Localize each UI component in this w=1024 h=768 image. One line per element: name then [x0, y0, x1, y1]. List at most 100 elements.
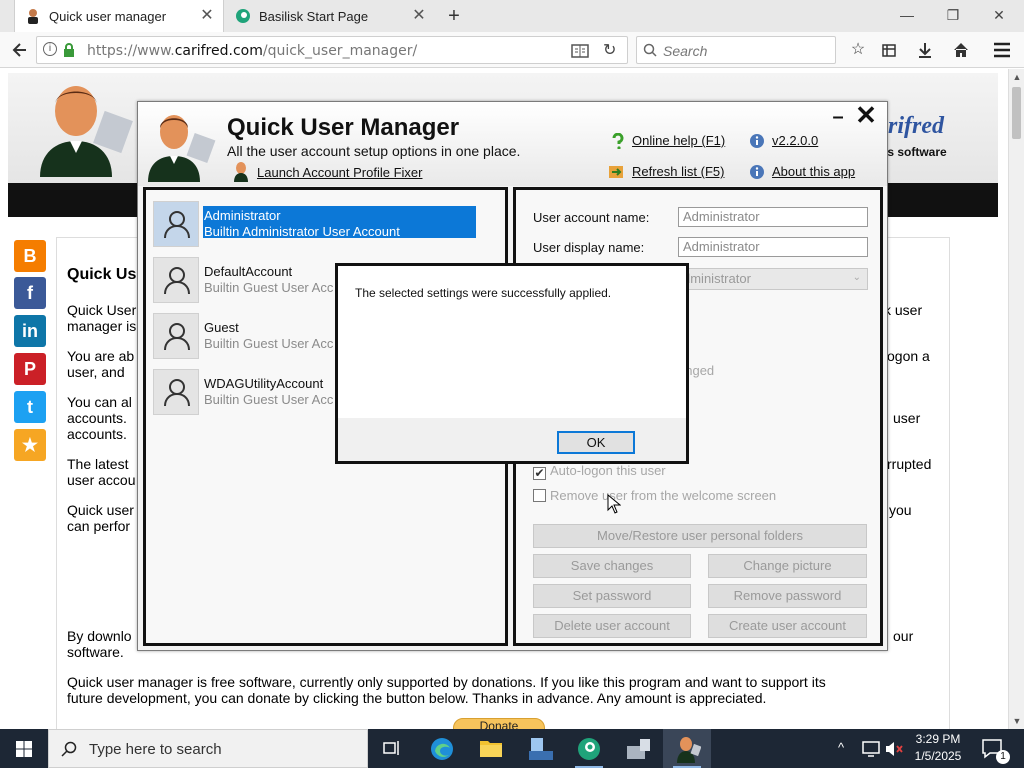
remove-password-button[interactable]: Remove password [708, 584, 867, 608]
url-text: https://www.carifred.com/quick_user_mana… [87, 43, 418, 59]
tab-basilisk-start[interactable]: Basilisk Start Page ✕ [225, 0, 435, 32]
qum-taskbar-icon[interactable] [663, 729, 711, 768]
library-icon[interactable] [877, 38, 901, 62]
home-icon[interactable] [949, 38, 973, 62]
article-paragraph-right: user [893, 410, 921, 426]
app-subtitle: All the user account setup options in on… [227, 143, 521, 159]
qum-logo-icon [148, 115, 216, 182]
user-description: Builtin Administrator User Account [204, 224, 400, 239]
menu-hamburger-icon[interactable] [990, 38, 1014, 62]
volume-muted-icon[interactable] [884, 741, 904, 757]
profile-fixer-icon [234, 162, 248, 182]
search-placeholder: Search [663, 43, 708, 59]
twitter-icon[interactable]: t [14, 391, 46, 423]
site-logo-man-icon [40, 86, 133, 177]
close-tab-icon[interactable]: ✕ [411, 8, 427, 24]
task-view-icon[interactable] [368, 729, 416, 768]
autologon-checkbox[interactable]: ✔ Auto-logon this user [533, 463, 666, 480]
donation-paragraph: Quick user manager is free software, cur… [67, 674, 826, 706]
dialog-message: The selected settings were successfully … [355, 286, 612, 300]
app-close-icon[interactable]: ✕ [854, 102, 878, 128]
online-help-link[interactable]: Online help (F1) [632, 133, 725, 148]
set-password-button[interactable]: Set password [533, 584, 691, 608]
facebook-icon[interactable]: f [14, 277, 46, 309]
remove-welcome-checkbox[interactable]: Remove user from the welcome screen [533, 488, 776, 503]
mouse-cursor-icon [607, 494, 621, 514]
tab-quick-user-manager[interactable]: Quick user manager ✕ [14, 0, 224, 32]
taskbar-search-box[interactable]: Type here to search [48, 729, 368, 768]
account-name-label: User account name: [533, 210, 650, 225]
account-name-field[interactable]: Administrator [678, 207, 868, 227]
save-changes-button[interactable]: Save changes [533, 554, 691, 578]
page-scrollbar[interactable]: ▲ ▼ [1008, 69, 1024, 729]
user-group-select[interactable]: dministrator ⌄ [678, 268, 868, 290]
blogger-icon[interactable]: B [14, 240, 46, 272]
article-paragraph: By downlo software. [67, 628, 132, 660]
network-app-icon[interactable] [516, 729, 564, 768]
about-app-link[interactable]: About this app [772, 164, 855, 179]
site-brand-subtitle: ws software [878, 145, 947, 159]
refresh-list-link[interactable]: Refresh list (F5) [632, 164, 724, 179]
checkbox-checked-icon: ✔ [533, 466, 546, 480]
search-bar[interactable]: Search [636, 36, 836, 64]
checkbox-empty-icon [533, 489, 546, 502]
bookmark-star-icon[interactable]: ☆ [846, 38, 870, 62]
create-account-button[interactable]: Create user account [708, 614, 867, 638]
favorite-star-icon[interactable]: ★ [14, 429, 46, 461]
launch-profile-fixer-link[interactable]: Launch Account Profile Fixer [257, 165, 422, 180]
taskbar-clock[interactable]: 3:29 PM 1/5/2025 [908, 731, 968, 765]
taskbar-search-placeholder: Type here to search [89, 741, 222, 758]
taskbar: Type here to search ^ 3:29 PM 1/5/2025 1 [0, 729, 1024, 768]
article-paragraph: Quick user can perfor [67, 502, 134, 534]
change-picture-button[interactable]: Change picture [708, 554, 867, 578]
info-icon[interactable]: i [43, 42, 57, 56]
start-button[interactable] [0, 729, 48, 768]
app-title: Quick User Manager [227, 114, 460, 141]
reload-icon[interactable]: ↻ [603, 40, 616, 60]
search-icon [61, 741, 77, 757]
pinterest-icon[interactable]: P [14, 353, 46, 385]
reader-view-icon[interactable] [571, 44, 589, 58]
minimize-window-icon[interactable]: — [884, 0, 930, 32]
clock-date: 1/5/2025 [914, 749, 962, 763]
qum-header: Quick User Manager All the user account … [138, 102, 887, 186]
close-window-icon[interactable]: ✕ [976, 0, 1022, 32]
ok-button[interactable]: OK [557, 431, 635, 454]
move-restore-folders-button[interactable]: Move/Restore user personal folders [533, 524, 867, 548]
new-tab-icon[interactable]: + [444, 6, 464, 26]
file-explorer-icon[interactable] [467, 729, 515, 768]
version-link[interactable]: v2.2.0.0 [772, 133, 818, 148]
scroll-thumb[interactable] [1012, 87, 1021, 139]
scroll-up-icon[interactable]: ▲ [1009, 69, 1024, 85]
edge-browser-icon[interactable] [418, 729, 466, 768]
notification-count-badge: 1 [996, 750, 1010, 764]
article-title: Quick Us [67, 266, 137, 283]
user-list-item[interactable]: Administrator Builtin Administrator User… [153, 201, 493, 251]
windows-logo-icon [16, 741, 32, 757]
display-name-field[interactable]: Administrator [678, 237, 868, 257]
tray-overflow-icon[interactable]: ^ [838, 740, 844, 755]
donate-button[interactable]: Donate [453, 718, 545, 729]
basilisk-taskbar-icon[interactable] [565, 729, 613, 768]
message-dialog: The selected settings were successfully … [335, 263, 689, 464]
article-paragraph: You can al accounts. accounts. [67, 394, 132, 442]
close-tab-icon[interactable]: ✕ [199, 8, 215, 24]
linkedin-icon[interactable]: in [14, 315, 46, 347]
tool-app-icon[interactable] [614, 729, 662, 768]
delete-account-button[interactable]: Delete user account [533, 614, 691, 638]
scroll-down-icon[interactable]: ▼ [1009, 713, 1024, 729]
user-name: Administrator [204, 208, 281, 223]
restore-window-icon[interactable]: ❐ [930, 0, 976, 32]
article-paragraph-right: ogon a [887, 348, 930, 364]
article-paragraph-right: our [893, 628, 914, 644]
back-arrow-icon[interactable] [8, 38, 32, 62]
user-description: Builtin Guest User Acc [204, 336, 334, 351]
chevron-down-icon: ⌄ [852, 272, 861, 283]
network-icon[interactable] [862, 741, 880, 757]
refresh-list-icon [609, 166, 623, 178]
app-minimize-icon[interactable]: – [828, 107, 848, 128]
tab-bar: Quick user manager ✕ Basilisk Start Page… [0, 0, 1024, 32]
download-icon[interactable] [913, 38, 937, 62]
tab-title: Basilisk Start Page [259, 8, 369, 24]
url-bar[interactable]: i https://www.carifred.com/quick_user_ma… [36, 36, 628, 64]
